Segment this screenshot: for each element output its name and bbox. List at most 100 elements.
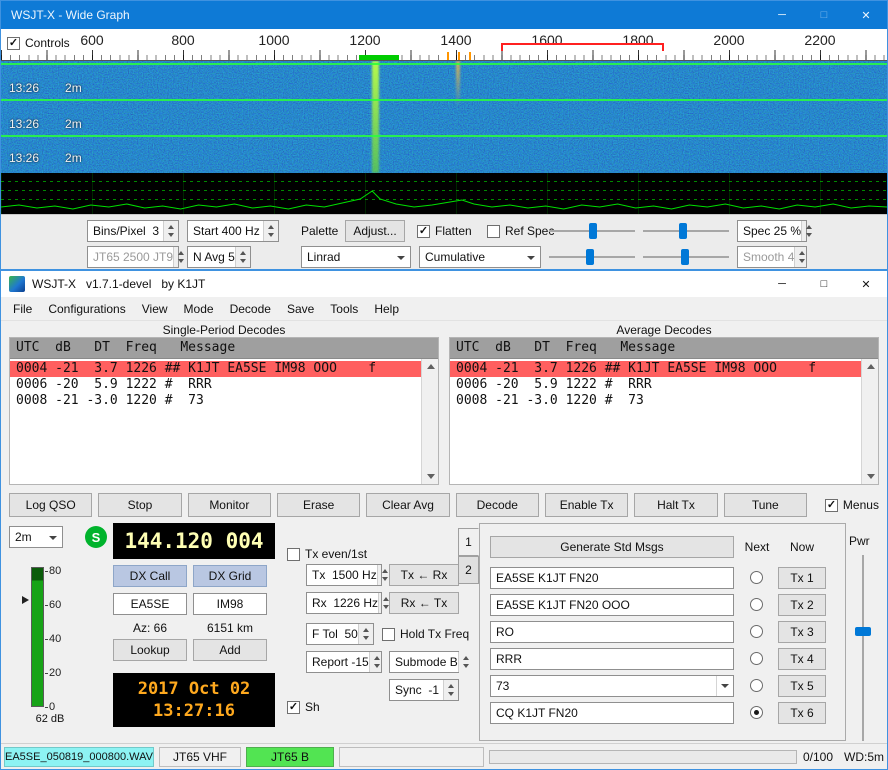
add-button[interactable]: Add [193,639,267,661]
pwr-slider[interactable] [853,555,873,741]
slider-thumb[interactable] [589,223,597,239]
menu-tools[interactable]: Tools [322,298,366,320]
tx-even-checkbox[interactable] [287,548,300,561]
rx-freq-spinbox[interactable]: Rx 1226 Hz [306,592,382,614]
spinner-arrows-icon[interactable] [369,652,381,672]
tx6-message-field[interactable]: CQ K1JT FN20 [490,702,734,724]
spinner-arrows-icon[interactable] [235,247,250,267]
zero2-slider[interactable] [643,246,729,268]
slider-thumb[interactable] [586,249,594,265]
decode-row[interactable]: 0008 -21 -3.0 1220 # 73 [10,393,421,409]
maximize-icon[interactable]: □ [803,1,845,29]
spectrum-display[interactable] [1,173,887,214]
decode-row[interactable]: 0004 -21 3.7 1226 ## K1JT EA5SE IM98 OOO… [450,361,861,377]
ref-spec-checkbox[interactable] [487,225,500,238]
display-mode-select[interactable]: Cumulative [419,246,541,268]
dx-call-button[interactable]: DX Call [113,565,187,587]
erase-button[interactable]: Erase [277,493,360,517]
spinner-arrows-icon[interactable] [263,221,278,241]
submode-spinbox[interactable]: Submode B [389,651,459,673]
stop-button[interactable]: Stop [98,493,181,517]
spinner-arrows-icon[interactable] [377,565,381,585]
chevron-down-icon[interactable] [45,527,62,547]
bins-per-pixel-spinbox[interactable]: Bins/Pixel 3 [87,220,179,242]
zero-slider[interactable] [643,220,729,242]
flatten-checkbox[interactable]: ✓ [417,225,430,238]
tx2-next-radio[interactable] [750,598,763,611]
clear-avg-button[interactable]: Clear Avg [366,493,449,517]
tab-1[interactable]: 1 [458,528,479,556]
chevron-down-icon[interactable] [523,247,540,267]
jt65-jt9-split-spinbox[interactable]: JT65 2500 JT9 [87,246,179,268]
palette-select[interactable]: Linrad [301,246,411,268]
tx4-now-button[interactable]: Tx 4 [778,648,826,670]
vertical-scrollbar[interactable] [861,359,878,484]
menu-view[interactable]: View [134,298,176,320]
spinner-arrows-icon[interactable] [443,680,458,700]
menu-mode[interactable]: Mode [176,298,222,320]
tx2-message-field[interactable]: EA5SE K1JT FN20 OOO [490,594,734,616]
chevron-down-icon[interactable] [393,247,410,267]
sh-checkbox[interactable]: ✓ [287,701,300,714]
tune-button[interactable]: Tune [724,493,807,517]
f-tol-spinbox[interactable]: F Tol 50 [306,623,374,645]
enable-tx-button[interactable]: Enable Tx [545,493,628,517]
controls-checkbox[interactable]: ✓ [7,37,20,50]
menu-help[interactable]: Help [366,298,407,320]
spinner-arrows-icon[interactable] [163,221,178,241]
vertical-scrollbar[interactable] [421,359,438,484]
menu-file[interactable]: File [5,298,40,320]
adjust-palette-button[interactable]: Adjust... [345,220,405,242]
tx-even-toggle[interactable]: Tx even/1st [287,547,367,561]
decode-button[interactable]: Decode [456,493,539,517]
n-avg-spinbox[interactable]: N Avg 5 [187,246,251,268]
frequency-ruler[interactable]: ✓ Controls 600 800 1000 1200 1400 1600 1… [1,29,887,61]
minimize-icon[interactable]: ─ [761,271,803,297]
log-qso-button[interactable]: Log QSO [9,493,92,517]
gain-slider[interactable] [549,220,635,242]
menu-decode[interactable]: Decode [222,298,279,320]
halt-tx-button[interactable]: Halt Tx [634,493,717,517]
maximize-icon[interactable]: □ [803,271,845,297]
tx1-now-button[interactable]: Tx 1 [778,567,826,589]
tx3-message-field[interactable]: RO [490,621,734,643]
menu-save[interactable]: Save [279,298,322,320]
close-icon[interactable]: ✕ [845,1,887,29]
waterfall-display[interactable]: 13:26 2m 13:26 2m 13:26 2m [1,61,887,173]
decode-row[interactable]: 0004 -21 3.7 1226 ## K1JT EA5SE IM98 OOO… [10,361,421,377]
hold-tx-freq-checkbox[interactable] [382,628,395,641]
spinner-arrows-icon[interactable] [358,624,373,644]
slider-thumb[interactable] [681,249,689,265]
slider-thumb[interactable] [855,627,871,636]
spinner-arrows-icon[interactable] [794,247,806,267]
tx1-message-field[interactable]: EA5SE K1JT FN20 [490,567,734,589]
generate-std-msgs-button[interactable]: Generate Std Msgs [490,536,734,558]
dx-call-field[interactable]: EA5SE [113,593,187,615]
spinner-arrows-icon[interactable] [378,593,381,613]
spinner-arrows-icon[interactable] [801,221,806,241]
monitor-button[interactable]: Monitor [188,493,271,517]
spinner-arrows-icon[interactable] [173,247,178,267]
menu-configurations[interactable]: Configurations [40,298,133,320]
sh-toggle[interactable]: ✓ Sh [287,700,320,714]
minimize-icon[interactable]: ─ [761,1,803,29]
smooth-spinbox[interactable]: Smooth 4 [737,246,807,268]
tx4-next-radio[interactable] [750,652,763,665]
lookup-button[interactable]: Lookup [113,639,187,661]
close-icon[interactable]: ✕ [845,271,887,297]
gain2-slider[interactable] [549,246,635,268]
flatten-toggle[interactable]: ✓ Flatten [417,224,472,238]
report-spinbox[interactable]: Report -15 [306,651,382,673]
menus-toggle[interactable]: ✓ Menus [813,498,879,512]
start-freq-spinbox[interactable]: Start 400 Hz [187,220,279,242]
tx-freq-spinbox[interactable]: Tx 1500 Hz [306,564,382,586]
tx-from-rx-button[interactable]: Tx ← Rx [389,564,459,586]
rx-from-tx-button[interactable]: Rx ← Tx [389,592,459,614]
decode-row[interactable]: 0006 -20 5.9 1222 # RRR [10,377,421,393]
decode-row[interactable]: 0006 -20 5.9 1222 # RRR [450,377,861,393]
tx5-now-button[interactable]: Tx 5 [778,675,826,697]
spec-percent-spinbox[interactable]: Spec 25 % [737,220,807,242]
decode-row[interactable]: 0008 -21 -3.0 1220 # 73 [450,393,861,409]
sync-spinbox[interactable]: Sync -1 [389,679,459,701]
decode-list[interactable]: 0004 -21 3.7 1226 ## K1JT EA5SE IM98 OOO… [10,359,421,484]
